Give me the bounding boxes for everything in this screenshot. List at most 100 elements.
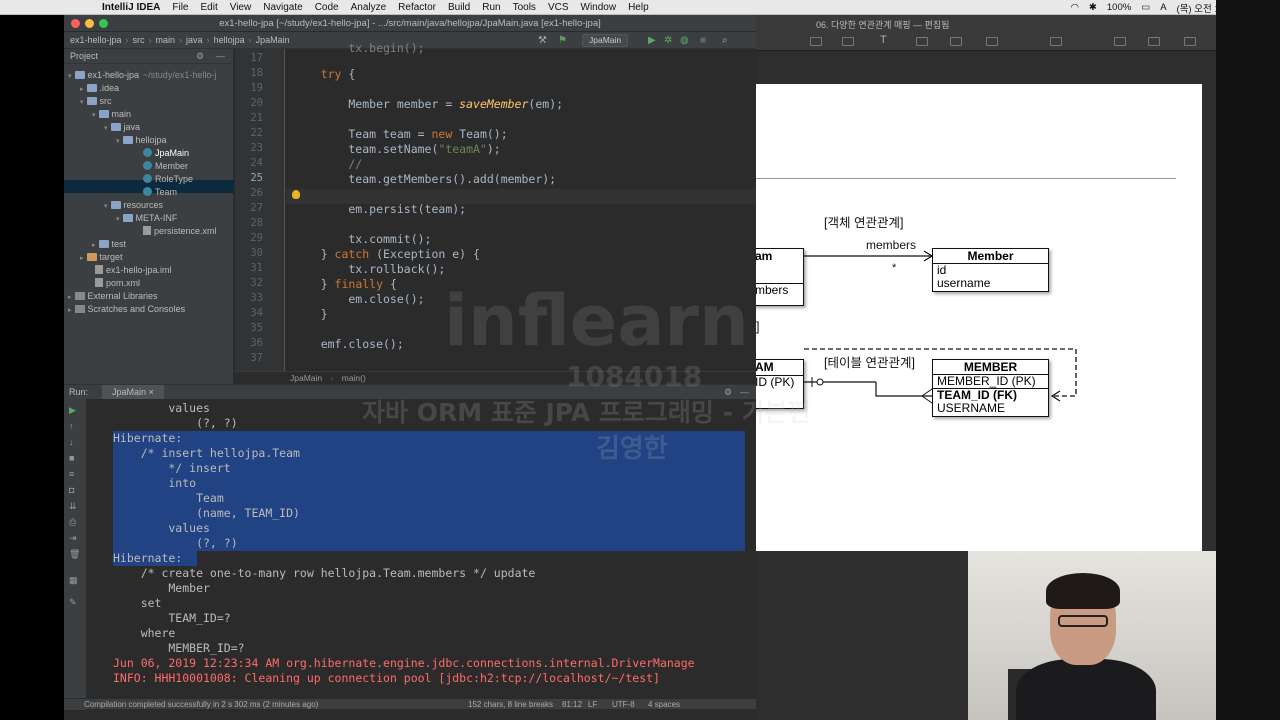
comment-icon[interactable] (986, 37, 998, 46)
menu-build[interactable]: Build (448, 2, 470, 13)
menu-tools[interactable]: Tools (513, 2, 536, 13)
menu-vcs[interactable]: VCS (548, 2, 569, 13)
hammer-icon[interactable]: ⚑ (558, 34, 567, 47)
collaborate-icon[interactable] (1050, 37, 1062, 46)
scroll-end-icon[interactable]: ⇊ (69, 501, 77, 512)
camera-icon[interactable]: ◘ (69, 485, 74, 495)
tree-item[interactable]: ▾ java (104, 121, 140, 134)
menu-navigate[interactable]: Navigate (263, 2, 302, 13)
tree-arrow-icon[interactable]: ▾ (68, 73, 72, 80)
shape-icon[interactable] (916, 37, 928, 46)
menu-window[interactable]: Window (581, 2, 617, 13)
search-icon[interactable]: ⌕ (722, 34, 728, 47)
menu-view[interactable]: View (230, 2, 252, 13)
run-configuration-select[interactable]: JpaMain (582, 34, 629, 47)
tree-arrow-icon[interactable]: ▾ (116, 216, 120, 223)
layout-icon[interactable]: ▦ (69, 575, 78, 586)
tree-item[interactable]: ▸ .idea (80, 82, 119, 95)
tree-item[interactable]: ex1-hello-jpa.iml (92, 264, 172, 277)
menu-app[interactable]: IntelliJ IDEA (102, 2, 160, 13)
exit-icon[interactable]: ⇥ (69, 533, 77, 544)
input-source-icon[interactable]: A (1160, 2, 1166, 13)
rerun-icon[interactable]: ▶ (69, 405, 76, 416)
menu-edit[interactable]: Edit (200, 2, 217, 13)
bluetooth-icon[interactable]: ✱ (1089, 2, 1097, 13)
tree-item[interactable]: ▸ target (80, 251, 123, 264)
status-line-separator[interactable]: LF (588, 699, 597, 710)
status-encoding[interactable]: UTF-8 (612, 699, 635, 710)
tree-item[interactable]: ▸ Scratches and Consoles (68, 303, 185, 316)
battery-icon[interactable]: ▭ (1141, 2, 1150, 13)
breadcrumb-java[interactable]: java (186, 35, 203, 45)
build-icon[interactable]: ⚒ (538, 34, 547, 47)
project-panel-header[interactable]: Project ⚙ — (64, 49, 233, 64)
editor-breadcrumb-class[interactable]: JpaMain (290, 373, 322, 383)
view-icon[interactable] (810, 37, 822, 46)
project-panel-title[interactable]: Project (70, 51, 98, 61)
breadcrumb-class[interactable]: JpaMain (256, 35, 290, 45)
run-tab-jpamain[interactable]: JpaMain × (102, 385, 164, 399)
tree-item[interactable]: Team (140, 186, 177, 199)
tree-item[interactable]: ▾ META-INF (116, 212, 177, 225)
coverage-icon[interactable]: ◍ (680, 34, 689, 47)
breadcrumb-package[interactable]: hellojpa (214, 35, 245, 45)
menu-help[interactable]: Help (628, 2, 649, 13)
status-indent[interactable]: 4 spaces (648, 699, 680, 710)
menu-analyze[interactable]: Analyze (351, 2, 387, 13)
tree-item[interactable]: ▾ hellojpa (116, 134, 167, 147)
tree-item[interactable]: ▸ External Libraries (68, 290, 158, 303)
tree-arrow-icon[interactable]: ▾ (104, 125, 108, 132)
stop-icon[interactable]: ■ (69, 453, 74, 463)
close-window-button[interactable] (71, 19, 80, 28)
tree-item[interactable]: Member (140, 160, 188, 173)
status-position[interactable]: 81:12 (562, 699, 582, 710)
tree-item[interactable]: ▾ src (80, 95, 112, 108)
run-icon[interactable]: ▶ (648, 34, 656, 47)
tree-arrow-icon[interactable]: ▾ (80, 99, 84, 106)
chart-icon[interactable] (842, 37, 854, 46)
breadcrumb-src[interactable]: src (133, 35, 145, 45)
stop-icon[interactable]: ■ (700, 34, 706, 47)
tree-arrow-icon[interactable]: ▸ (92, 242, 96, 249)
wrap-icon[interactable]: ≡ (69, 469, 74, 479)
tree-arrow-icon[interactable]: ▾ (92, 112, 96, 119)
tree-item[interactable]: persistence.xml (140, 225, 217, 238)
tree-arrow-icon[interactable]: ▸ (68, 307, 72, 314)
breadcrumb-main[interactable]: main (156, 35, 176, 45)
format-icon[interactable] (1114, 37, 1126, 46)
print-icon[interactable]: ⎙ (69, 517, 76, 528)
pin-icon[interactable]: ✎ (69, 597, 77, 608)
lightbulb-icon[interactable] (292, 190, 300, 199)
gear-icon[interactable]: ⚙ (196, 49, 204, 64)
menu-run[interactable]: Run (482, 2, 500, 13)
tree-item[interactable]: JpaMain (140, 147, 189, 160)
zoom-window-button[interactable] (99, 19, 108, 28)
down-icon[interactable]: ↓ (69, 437, 74, 447)
tree-item[interactable]: pom.xml (92, 277, 140, 290)
up-icon[interactable]: ↑ (69, 421, 74, 431)
wifi-icon[interactable]: ◠ (1071, 2, 1079, 13)
document-icon[interactable] (1184, 37, 1196, 46)
debug-icon[interactable]: ✲ (664, 34, 672, 47)
trash-icon[interactable]: 🗑 (69, 549, 80, 560)
battery-level[interactable]: 100% (1107, 2, 1131, 13)
tree-arrow-icon[interactable]: ▸ (68, 294, 72, 301)
tree-item[interactable]: ▾ resources (104, 199, 163, 212)
menu-refactor[interactable]: Refactor (398, 2, 436, 13)
tree-item[interactable]: RoleType (140, 173, 193, 186)
minimize-icon[interactable]: — (216, 49, 225, 64)
menu-code[interactable]: Code (315, 2, 339, 13)
tree-arrow-icon[interactable]: ▾ (116, 138, 120, 145)
tree-arrow-icon[interactable]: ▸ (80, 255, 84, 262)
tree-item[interactable]: ▸ test (92, 238, 126, 251)
media-icon[interactable] (950, 37, 962, 46)
minimize-window-button[interactable] (85, 19, 94, 28)
text-icon[interactable]: T (880, 34, 892, 46)
animate-icon[interactable] (1148, 37, 1160, 46)
editor-breadcrumb-method[interactable]: main() (342, 373, 366, 383)
tree-item[interactable]: ▾ main (92, 108, 131, 121)
tree-arrow-icon[interactable]: ▸ (80, 86, 84, 93)
breadcrumb-project[interactable]: ex1-hello-jpa (70, 35, 122, 45)
slide[interactable]: [객체 연관관계] am mbers members * Member id u… (756, 84, 1202, 551)
tree-arrow-icon[interactable]: ▾ (104, 203, 108, 210)
